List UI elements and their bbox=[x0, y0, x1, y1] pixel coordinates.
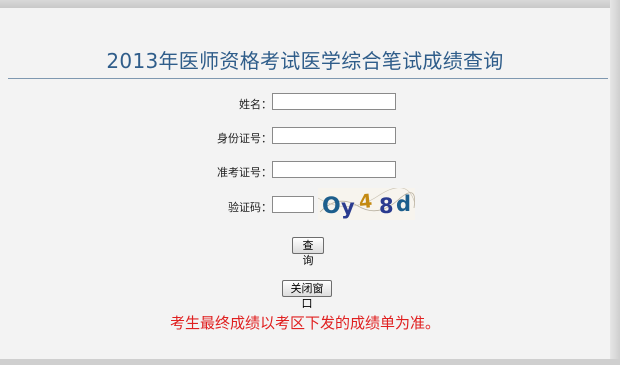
captcha-image[interactable]: O y 4 8 d Oy48d bbox=[317, 187, 416, 220]
page-title: 2013年医师资格考试医学综合笔试成绩查询 bbox=[106, 49, 504, 73]
query-button[interactable]: 查 询 bbox=[292, 237, 324, 267]
svg-text:y: y bbox=[341, 195, 355, 219]
captcha-input[interactable] bbox=[272, 196, 314, 213]
captcha-text: Oy48d bbox=[415, 188, 416, 189]
title-divider bbox=[8, 78, 608, 79]
window-top-border bbox=[0, 0, 620, 8]
name-label: 姓名： bbox=[239, 98, 272, 111]
captcha-graphic: O y 4 8 d bbox=[317, 187, 416, 219]
name-input[interactable] bbox=[272, 93, 396, 110]
close-window-button[interactable]: 关闭窗口 bbox=[282, 280, 332, 310]
svg-text:O: O bbox=[322, 194, 341, 219]
ticket-number-input[interactable] bbox=[272, 161, 396, 178]
score-notice: 考生最终成绩以考区下发的成绩单为准。 bbox=[169, 314, 440, 332]
window-bottom-border bbox=[0, 359, 620, 365]
ticket-number-label: 准考证号： bbox=[217, 166, 272, 179]
window-right-border bbox=[610, 0, 620, 365]
svg-text:d: d bbox=[396, 192, 411, 216]
id-number-input[interactable] bbox=[272, 127, 396, 144]
svg-text:4: 4 bbox=[358, 190, 373, 213]
id-number-label: 身份证号： bbox=[217, 132, 272, 145]
svg-text:8: 8 bbox=[379, 194, 394, 218]
captcha-label: 验证码： bbox=[228, 201, 272, 214]
